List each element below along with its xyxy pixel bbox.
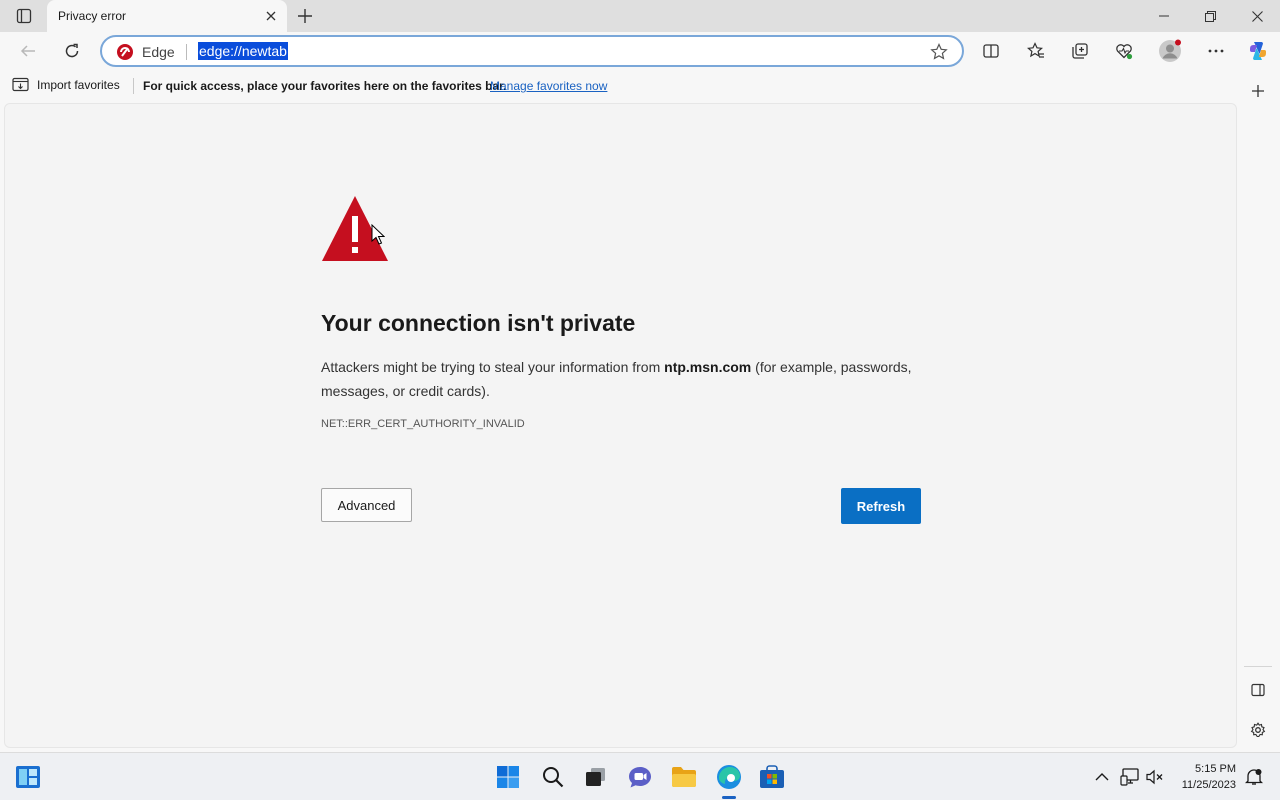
back-icon[interactable] xyxy=(12,36,44,66)
clock-time: 5:15 PM xyxy=(1195,763,1236,775)
tab-strip: Privacy error xyxy=(0,0,1280,32)
notification-center-icon[interactable] xyxy=(1238,761,1270,793)
error-page: Your connection isn't private Attackers … xyxy=(4,103,1237,748)
url-text[interactable]: edge://newtab xyxy=(198,42,288,60)
volume-muted-icon[interactable] xyxy=(1139,761,1171,793)
task-view-icon[interactable] xyxy=(580,761,612,793)
import-favorites-icon xyxy=(12,77,29,92)
refresh-button[interactable]: Refresh xyxy=(841,488,921,524)
taskbar: 5:15 PM 11/25/2023 xyxy=(0,752,1280,800)
favorites-bar-message: For quick access, place your favorites h… xyxy=(143,79,507,93)
description-prefix: Attackers might be trying to steal your … xyxy=(321,359,665,375)
split-screen-icon[interactable] xyxy=(975,36,1007,66)
active-tab[interactable]: Privacy error xyxy=(47,0,287,32)
new-tab-icon[interactable] xyxy=(292,4,318,28)
clock[interactable]: 5:15 PM 11/25/2023 xyxy=(1170,761,1236,793)
tab-actions-icon[interactable] xyxy=(10,4,38,28)
page-title: Your connection isn't private xyxy=(321,310,636,336)
site-info[interactable]: Edge xyxy=(116,43,175,61)
tab-title: Privacy error xyxy=(58,9,127,23)
import-favorites-label: Import favorites xyxy=(37,77,120,92)
manage-favorites-link[interactable]: Manage favorites now xyxy=(490,79,607,93)
favorites-bar: Import favorites For quick access, place… xyxy=(0,70,1280,102)
add-sidebar-app-icon[interactable] xyxy=(1247,80,1269,102)
minimize-icon[interactable] xyxy=(1141,0,1187,32)
search-icon[interactable] xyxy=(537,761,569,793)
collections-icon[interactable] xyxy=(1064,36,1096,66)
edge-browser-icon[interactable] xyxy=(713,761,745,793)
close-tab-icon[interactable] xyxy=(263,8,279,24)
import-favorites-button[interactable]: Import favorites xyxy=(12,77,120,92)
advanced-button[interactable]: Advanced xyxy=(321,488,412,522)
site-label: Edge xyxy=(142,44,175,60)
hide-sidebar-icon[interactable] xyxy=(1247,679,1269,701)
error-description: Attackers might be trying to steal your … xyxy=(321,355,931,403)
description-host: ntp.msn.com xyxy=(664,359,752,375)
favorites-icon[interactable] xyxy=(1020,36,1052,66)
browser-essentials-icon[interactable] xyxy=(1108,36,1140,66)
more-options-icon[interactable] xyxy=(1200,36,1232,66)
active-app-indicator xyxy=(722,796,736,799)
copilot-icon[interactable] xyxy=(1242,36,1274,66)
address-bar[interactable]: Edge edge://newtab xyxy=(100,35,964,67)
sidebar-settings-gear-icon[interactable] xyxy=(1247,719,1269,741)
microsoft-store-icon[interactable] xyxy=(756,761,788,793)
sidebar-divider xyxy=(1244,666,1272,667)
refresh-icon[interactable] xyxy=(56,36,88,66)
toolbar: Edge edge://newtab xyxy=(0,32,1280,70)
teams-chat-icon[interactable] xyxy=(624,761,656,793)
close-window-icon[interactable] xyxy=(1234,0,1280,32)
favorites-divider xyxy=(133,78,134,94)
clock-date: 11/25/2023 xyxy=(1181,779,1236,791)
restore-icon[interactable] xyxy=(1187,0,1233,32)
file-explorer-icon[interactable] xyxy=(668,761,700,793)
add-favorite-star-icon[interactable] xyxy=(930,43,948,66)
profile-avatar-icon[interactable] xyxy=(1154,36,1186,66)
widgets-icon[interactable] xyxy=(12,761,44,793)
mouse-cursor-icon xyxy=(371,223,386,251)
not-secure-icon xyxy=(117,44,133,60)
start-windows-icon[interactable] xyxy=(492,761,524,793)
error-code: NET::ERR_CERT_AUTHORITY_INVALID xyxy=(321,418,525,430)
address-divider xyxy=(186,44,187,60)
